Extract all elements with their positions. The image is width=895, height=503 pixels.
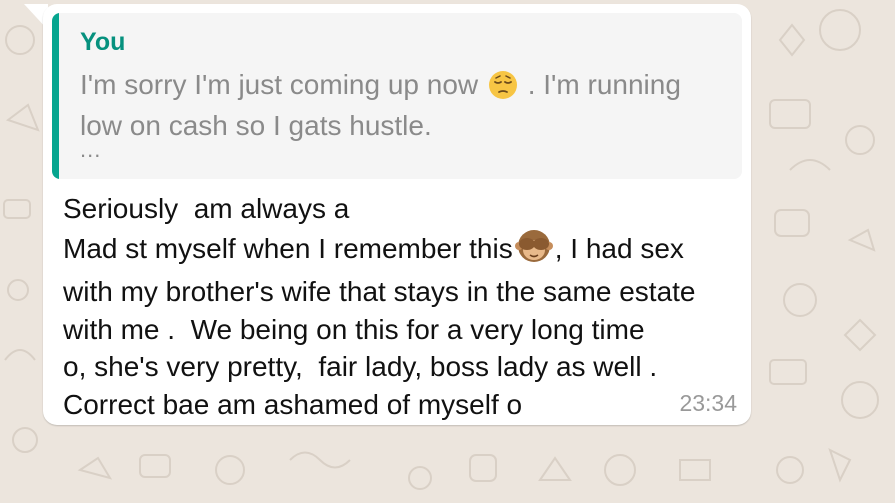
quote-accent-bar [52, 13, 59, 179]
message-timestamp: 23:34 [679, 390, 737, 416]
message-line-2-part1: Mad st myself when I remember this [63, 232, 513, 264]
message-bubble[interactable]: You I'm sorry I'm just coming up now . I… [43, 4, 751, 425]
message-body: Seriously am always a Mad st myself when… [63, 190, 743, 423]
message-line-2: Mad st myself when I remember this , I ha… [63, 228, 743, 274]
message-line-6: Correct bae am ashamed of myself o [63, 388, 523, 420]
message-line-5: o, she's very pretty, fair lady, boss la… [63, 351, 658, 382]
message-line-1: Seriously am always a [63, 193, 350, 224]
quote-ellipsis: ... [80, 137, 102, 162]
quote-text: I'm sorry I'm just coming up now . I'm r… [80, 67, 730, 143]
pensive-face-emoji [488, 70, 518, 108]
message-line-2-part2: , I had sex [554, 232, 684, 264]
message-line-3: with my brother's wife that stays in the… [63, 276, 696, 307]
quoted-reply[interactable]: You I'm sorry I'm just coming up now . I… [52, 13, 742, 179]
quote-text-part1: I'm sorry I'm just coming up now [80, 69, 479, 100]
message-line-4: with me . We being on this for a very lo… [63, 313, 645, 345]
see-no-evil-monkey-emoji [514, 228, 553, 274]
quote-author: You [80, 28, 126, 56]
